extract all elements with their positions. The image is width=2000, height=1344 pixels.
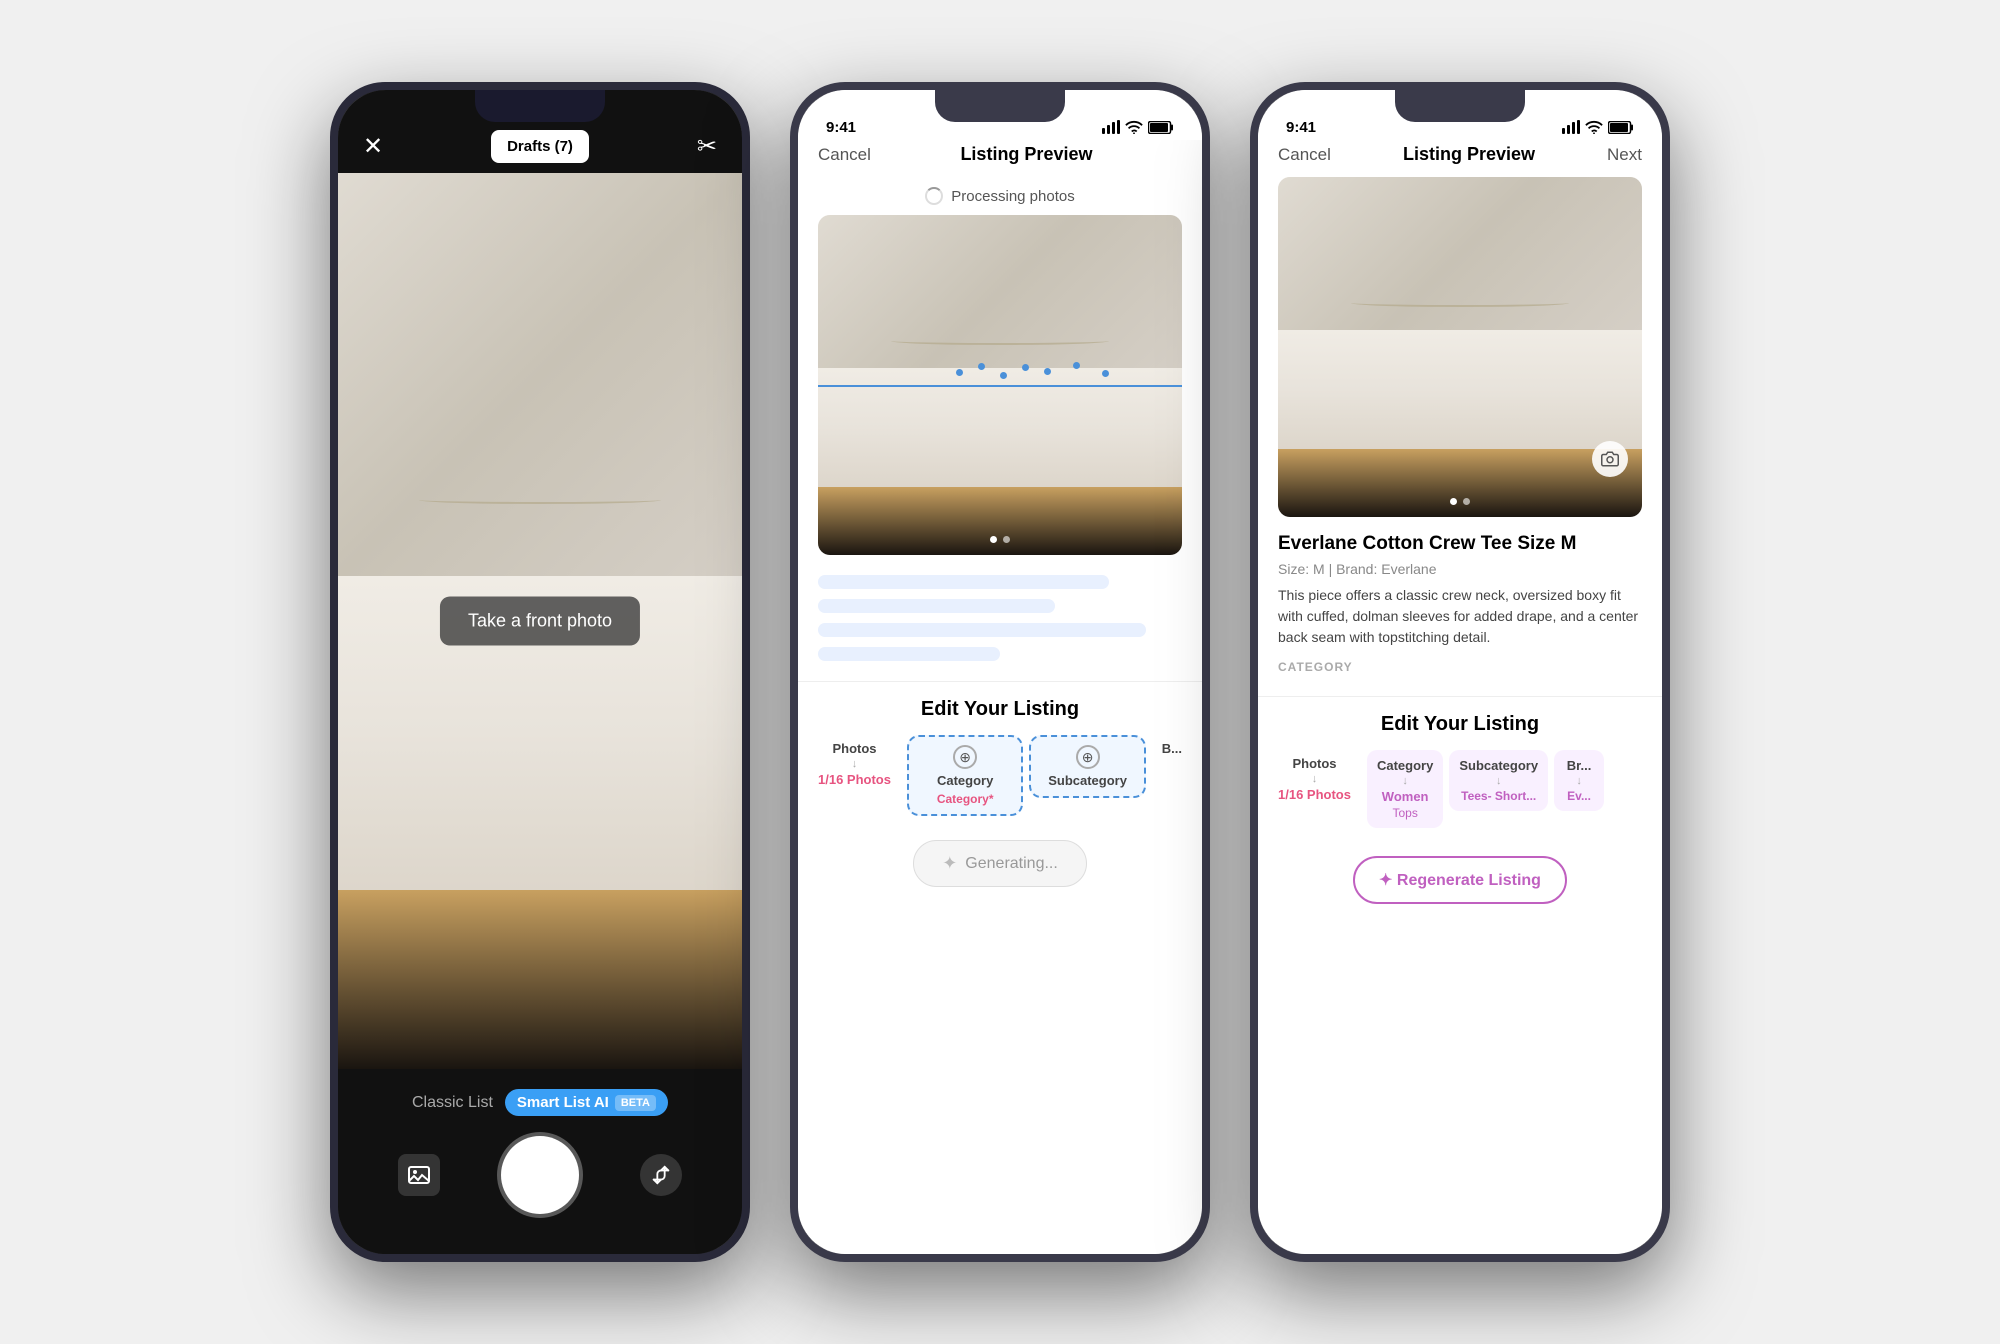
tab-photos-arrow-3: ↓ [1312, 773, 1318, 785]
camera-controls [338, 1136, 742, 1214]
phone-2: 9:41 Cancel Listing Preview Pr [790, 82, 1210, 1262]
tab-brand-label-3: Br... [1567, 758, 1592, 773]
product-image-2 [818, 215, 1182, 555]
carousel-dots-2 [990, 536, 1010, 543]
tab-subcategory-3[interactable]: Subcategory ↓ Tees- Short... [1449, 750, 1548, 811]
tab-brand-label-2: B... [1162, 741, 1182, 756]
nav-bar-2: Cancel Listing Preview [798, 140, 1202, 177]
dot-3-1 [1450, 498, 1457, 505]
camera-overlay-button[interactable] [1592, 441, 1628, 477]
processing-banner: Processing photos [798, 177, 1202, 215]
tab-photos-label-2: Photos [832, 741, 876, 756]
classic-list-label: Classic List [412, 1094, 493, 1112]
subcategory-icon: ⊕ [1076, 745, 1100, 769]
tab-photos-2[interactable]: Photos ↓ 1/16 Photos [808, 735, 901, 793]
skeleton-2 [818, 599, 1055, 613]
phone-3: 9:41 Cancel Listing Preview Next [1250, 82, 1670, 1262]
product-description: This piece offers a classic crew neck, o… [1278, 585, 1642, 648]
tab-category-arrow-3: ↓ [1402, 775, 1408, 787]
flip-camera-button[interactable] [640, 1154, 682, 1196]
notch-1 [475, 90, 605, 122]
tab-category-value-3: Women [1382, 789, 1429, 804]
category-header-label: CATEGORY [1278, 660, 1642, 674]
edit-title-2: Edit Your Listing [798, 698, 1202, 721]
tab-photos-label-3: Photos [1292, 756, 1336, 771]
tab-subcategory-label-2: Subcategory [1048, 773, 1127, 788]
skeleton-4 [818, 647, 1000, 661]
cancel-button-2[interactable]: Cancel [818, 145, 871, 165]
processing-label: Processing photos [951, 188, 1074, 205]
next-button-3[interactable]: Next [1607, 145, 1642, 165]
dot-2 [1003, 536, 1010, 543]
gallery-button[interactable] [398, 1154, 440, 1196]
camera-photo-area: Take a front photo [338, 173, 742, 1069]
smart-list-label: Smart List AI [517, 1094, 609, 1111]
listing-tabs-3: Photos ↓ 1/16 Photos Category ↓ Women To… [1258, 750, 1662, 828]
tab-subcategory-2[interactable]: ⊕ Subcategory [1029, 735, 1145, 798]
scissors-button[interactable]: ✂ [697, 132, 717, 161]
tab-brand-3[interactable]: Br... ↓ Ev... [1554, 750, 1604, 811]
spinner-icon [925, 187, 943, 205]
skeleton-3 [818, 623, 1146, 637]
camera-bottom: Classic List Smart List AI BETA [338, 1069, 742, 1254]
close-button[interactable]: ✕ [363, 132, 383, 161]
tab-subcategory-label-3: Subcategory [1459, 758, 1538, 773]
tab-subcategory-value-3: Tees- Short... [1461, 789, 1536, 803]
tab-category-label-3: Category [1377, 758, 1433, 773]
tab-brand-value-3: Ev... [1567, 789, 1591, 803]
tab-subcategory-arrow-3: ↓ [1496, 775, 1502, 787]
tab-photos-value-2: 1/16 Photos [818, 772, 891, 787]
time-3: 9:41 [1286, 105, 1316, 136]
sparkle-icon: ✦ [942, 853, 957, 874]
tab-photos-arrow: ↓ [852, 758, 858, 770]
tab-category-label-2: Category [937, 773, 993, 788]
nav-bar-3: Cancel Listing Preview Next [1258, 140, 1662, 177]
listing-preview-title-2: Listing Preview [960, 144, 1092, 165]
regenerate-button[interactable]: ✦ Regenerate Listing [1353, 856, 1567, 904]
tab-category-2[interactable]: ⊕ Category Category* [907, 735, 1023, 816]
listing-preview-title-3: Listing Preview [1403, 144, 1535, 165]
tab-category-3[interactable]: Category ↓ Women Tops [1367, 750, 1443, 828]
dot-1 [990, 536, 997, 543]
time-2: 9:41 [826, 105, 856, 136]
edit-section-3: Edit Your Listing Photos ↓ 1/16 Photos C… [1258, 697, 1662, 838]
tab-category-sub-3: Tops [1392, 806, 1417, 820]
edit-section-2: Edit Your Listing Photos ↓ 1/16 Photos ⊕… [798, 682, 1202, 826]
tab-photos-value-3: 1/16 Photos [1278, 787, 1351, 802]
take-photo-label: Take a front photo [440, 597, 640, 646]
skeleton-content [798, 555, 1202, 681]
product-meta: Size: M | Brand: Everlane [1278, 561, 1642, 577]
phone-1: ✕ Drafts (7) ✂ Take a front photo [330, 82, 750, 1262]
beta-badge: BETA [615, 1095, 656, 1111]
dot-3-2 [1463, 498, 1470, 505]
product-title: Everlane Cotton Crew Tee Size M [1278, 533, 1642, 555]
generating-label: Generating... [965, 855, 1058, 873]
scan-dots [818, 351, 1182, 411]
scan-line [818, 385, 1182, 387]
carousel-dots-3 [1450, 498, 1470, 505]
listing-toggle: Classic List Smart List AI BETA [412, 1089, 668, 1116]
notch-2 [935, 90, 1065, 122]
edit-title-3: Edit Your Listing [1258, 713, 1662, 736]
product-info: Everlane Cotton Crew Tee Size M Size: M … [1258, 517, 1662, 696]
notch-3 [1395, 90, 1525, 122]
shutter-button[interactable] [501, 1136, 579, 1214]
skeleton-1 [818, 575, 1109, 589]
listing-tabs-2: Photos ↓ 1/16 Photos ⊕ Category Category… [798, 735, 1202, 816]
smart-list-badge[interactable]: Smart List AI BETA [505, 1089, 668, 1116]
category-icon: ⊕ [953, 745, 977, 769]
product-image-3 [1278, 177, 1642, 517]
cancel-button-3[interactable]: Cancel [1278, 145, 1331, 165]
tab-brand-2[interactable]: B... [1152, 735, 1192, 762]
generating-button[interactable]: ✦ Generating... [913, 840, 1087, 887]
tab-category-asterisk: Category* [937, 792, 994, 806]
tab-photos-3[interactable]: Photos ↓ 1/16 Photos [1268, 750, 1361, 808]
drafts-button[interactable]: Drafts (7) [491, 130, 589, 163]
tab-brand-arrow-3: ↓ [1576, 775, 1582, 787]
